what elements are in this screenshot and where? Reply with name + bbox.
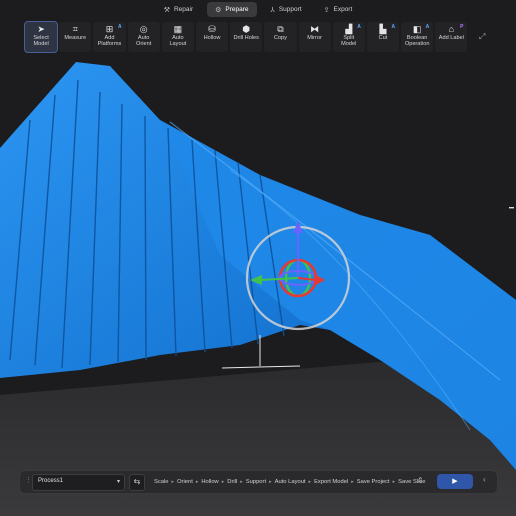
cursor-icon: ➤ [37,24,45,34]
collapse-icon[interactable]: ‹ [483,475,486,484]
platform-icon: ⊞ [105,24,114,34]
process-step[interactable]: Save Project [357,479,390,485]
tool-label: Mirror [307,35,322,41]
tool-cursor[interactable]: ➤ Select Model [23,21,59,53]
feature-badge: P [460,24,464,30]
reorder-icon[interactable]: ⇕ [417,476,424,485]
label-icon: ⌂ [448,24,455,34]
process-select[interactable]: Process1 ▾ [32,474,125,491]
tab-support[interactable]: ⅄ Support [263,2,310,17]
feature-badge: A [357,24,361,30]
step-separator-icon: ▸ [171,479,175,485]
tool-label: Add Label [438,35,464,41]
tab-label: Export [333,6,353,13]
expand-icon[interactable]: ⤢ [479,32,485,42]
tool-ruler[interactable]: ⌗ Measure [59,22,92,52]
tool-hollow[interactable]: ⛁ Hollow [195,22,229,52]
process-step[interactable]: Hollow [201,479,218,485]
tool-drill[interactable]: ⬢ Drill Holes [230,22,263,52]
tool-boolean[interactable]: ◧ Boolean Operation A [401,22,434,52]
tab-label: Prepare [225,6,249,13]
tool-layout[interactable]: ▦ Auto Layout [161,22,194,52]
tool-cut[interactable]: ▙ Cut A [366,22,400,52]
step-separator-icon: ▸ [221,479,225,485]
tool-label: Boolean Operation [404,35,430,47]
orient-icon: ◎ [139,24,148,34]
tool-platform[interactable]: ⊞ Add Platforms A [93,22,126,52]
process-bar: ⋮ Process1 ▾ ⇆ Scale ▸ Orient ▸ Hollow ▸ Drill… [19,470,498,494]
tool-label: Cut [378,35,388,41]
layout-icon: ▦ [173,24,183,34]
step-separator-icon: ▸ [240,479,243,485]
mirror-icon: ⧓ [310,24,320,34]
process-step[interactable]: Support [246,479,266,485]
step-separator-icon: ▸ [195,479,199,485]
tool-label: Auto Orient [136,35,152,47]
feature-badge: A [117,24,122,30]
tab-label: Support [278,6,302,13]
step-separator-icon: ▸ [351,479,354,485]
tool-split[interactable]: ▟ Split Model A [332,22,365,52]
feature-badge: A [391,24,396,30]
split-icon: ▟ [345,24,353,34]
tool-label: Select Model [33,35,49,47]
step-separator-icon: ▸ [392,479,396,485]
boolean-icon: ◧ [412,24,422,34]
step-separator-icon: ▸ [308,479,312,485]
process-settings-button[interactable]: ⇆ [129,474,145,491]
gear-icon: ⚙ [215,6,222,14]
tool-label[interactable]: ⌂ Add Label P [435,22,468,52]
tool-label: Auto Layout [169,35,187,47]
tool-label: Add Platforms [97,35,122,47]
tab-label: Repair [173,6,194,13]
drill-icon: ⬢ [242,24,251,34]
tool-label: Measure [64,35,87,41]
process-steps: Scale ▸ Orient ▸ Hollow ▸ Drill ▸ Support ▸ Auto L… [154,471,426,493]
support-icon: ⅄ [270,6,275,14]
export-icon: ⇪ [323,6,330,14]
wrench-icon: ⚒ [163,6,170,14]
feature-badge: A [425,24,430,30]
tab-repair[interactable]: ⚒ Repair [156,2,201,17]
process-step[interactable]: Drill [227,479,237,485]
tab-prepare[interactable]: ⚙ Prepare [207,2,257,17]
process-step[interactable]: Auto Layout [275,479,306,485]
tool-mirror[interactable]: ⧓ Mirror [298,22,331,52]
cut-icon: ▙ [379,24,387,34]
step-separator-icon: ▸ [269,479,272,485]
process-select-value: Process1 [38,478,64,484]
view-marker [509,207,514,209]
tool-copy[interactable]: ⧉ Copy [264,22,297,52]
drag-handle-icon[interactable]: ⋮ [25,476,32,484]
process-step[interactable]: Export Model [314,479,348,485]
mode-tabs: ⚒ Repair ⚙ Prepare ⅄ Support ⇪ Export [0,2,516,18]
tool-label: Hollow [203,35,221,41]
copy-icon: ⧉ [277,24,284,34]
run-process-button[interactable]: ▶ [437,474,473,489]
tool-label: Copy [273,35,287,41]
process-step[interactable]: Orient [177,479,193,485]
ruler-icon: ⌗ [72,24,78,34]
hollow-icon: ⛁ [208,24,216,34]
tool-orient[interactable]: ◎ Auto Orient [127,22,160,52]
process-step[interactable]: Scale [154,479,169,485]
tool-ribbon: ➤ Select Model ⌗ Measure ⊞ Add Platforms A ◎ Aut… [23,21,468,53]
tab-export[interactable]: ⇪ Export [316,2,361,17]
chevron-down-icon: ▾ [116,479,120,485]
tool-label: Split Model [341,35,357,47]
tool-label: Drill Holes [233,35,259,41]
3d-viewport[interactable] [0,0,516,516]
